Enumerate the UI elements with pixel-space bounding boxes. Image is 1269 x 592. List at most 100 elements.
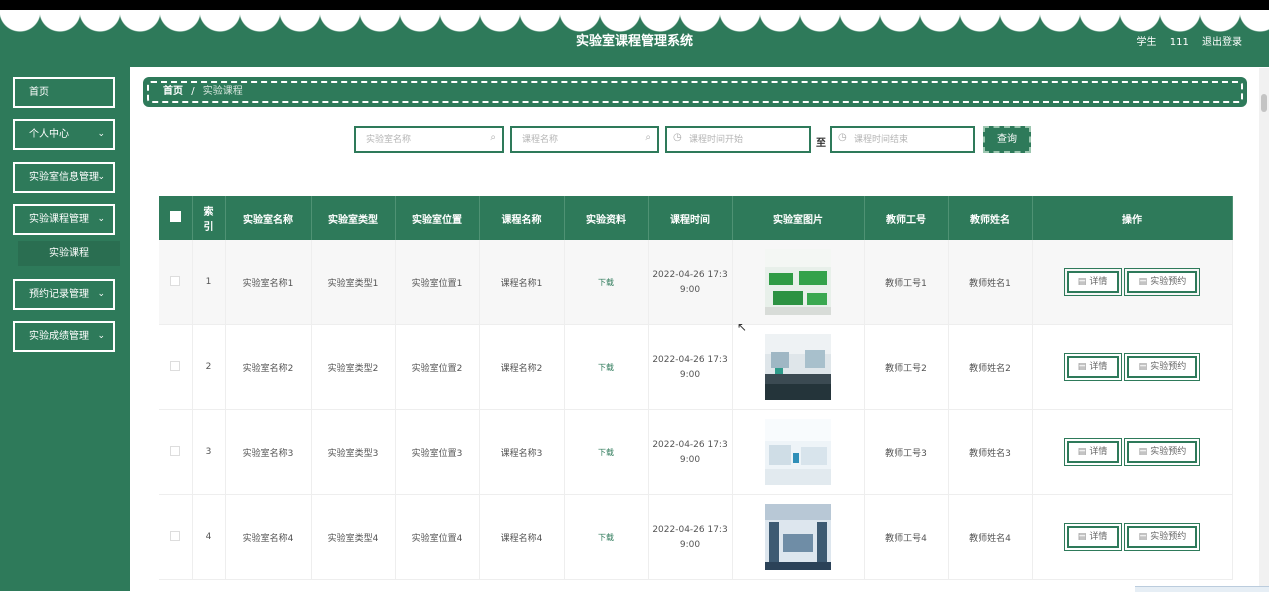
detail-button[interactable]: ▤ 详情 (1063, 268, 1122, 296)
course-name-input[interactable] (512, 128, 657, 151)
app-title: 实验室课程管理系统 (575, 34, 693, 49)
user-name: 111 (1169, 37, 1189, 48)
lab-image-thumbnail[interactable] (765, 249, 831, 315)
cell-teacher-id: 教师工号1 (864, 240, 949, 325)
select-all-checkbox[interactable] (169, 211, 181, 222)
detail-button-label: 详情 (1089, 277, 1108, 287)
course-table: 索引 实验室名称 实验室类型 实验室位置 课程名称 实验资料 课程时间 实验室图… (159, 196, 1233, 580)
row-checkbox[interactable] (170, 275, 181, 286)
sidebar-subitem-lab-course[interactable]: 实验课程 (18, 241, 120, 266)
header-material: 实验资料 (564, 196, 649, 240)
header-lab-name: 实验室名称 (225, 196, 312, 240)
book-lab-button[interactable]: ▤ 实验预约 (1124, 353, 1201, 381)
cell-actions: ▤ 详情 ▤ 实验预约 (1032, 324, 1233, 410)
sidebar-item-home[interactable]: 首页 (13, 77, 115, 108)
table-row: 3 实验室名称3 实验室类型3 实验室位置3 课程名称3 下载 2022-04-… (159, 409, 1233, 495)
cell-course-name: 课程名称2 (479, 324, 565, 410)
header-lab-location: 实验室位置 (395, 196, 480, 240)
sidebar-item-label: 预约记录管理 (29, 289, 89, 300)
sidebar-item-label: 实验成绩管理 (29, 331, 89, 342)
document-icon: ▤ (1138, 532, 1148, 542)
cell-lab-location: 实验室位置1 (395, 240, 480, 325)
header-course-time: 课程时间 (648, 196, 733, 240)
cell-course-name: 课程名称4 (479, 494, 565, 580)
download-link[interactable]: 下载 (598, 533, 614, 542)
download-link[interactable]: 下载 (598, 278, 614, 287)
header-lab-type: 实验室类型 (311, 196, 396, 240)
download-link[interactable]: 下载 (598, 448, 614, 457)
course-time-line2: 9:00 (679, 369, 701, 380)
breadcrumb-home[interactable]: 首页 (163, 86, 183, 97)
sidebar-item-personal-center[interactable]: 个人中心 ⌄ (13, 119, 115, 150)
header-course-name: 课程名称 (479, 196, 565, 240)
sidebar-item-course-mgmt[interactable]: 实验课程管理 ⌄ (13, 204, 115, 235)
document-icon: ▤ (1077, 447, 1087, 457)
download-link[interactable]: 下载 (598, 363, 614, 372)
cell-course-time: 2022-04-26 17:3 9:00 (648, 240, 733, 325)
course-time-line2: 9:00 (679, 454, 701, 465)
time-end-input[interactable] (832, 128, 973, 151)
corner-widget-fragment (1135, 586, 1269, 592)
scrollbar-thumb[interactable] (1261, 94, 1267, 112)
course-time-line1: 2022-04-26 17:3 (652, 524, 728, 535)
time-start-field: ◷ (665, 126, 811, 153)
document-icon: ▤ (1077, 532, 1087, 542)
cell-actions: ▤ 详情 ▤ 实验预约 (1032, 494, 1233, 580)
course-name-field: ⌕ (510, 126, 659, 153)
cell-actions: ▤ 详情 ▤ 实验预约 (1032, 240, 1233, 325)
chevron-down-icon: ⌄ (97, 129, 105, 139)
cell-lab-name: 实验室名称4 (225, 494, 312, 580)
sidebar-item-lab-info[interactable]: 实验室信息管理 ⌄ (13, 162, 115, 193)
cell-lab-name: 实验室名称1 (225, 240, 312, 325)
header-actions: 操作 (1032, 196, 1233, 240)
time-start-input[interactable] (667, 128, 809, 151)
detail-button[interactable]: ▤ 详情 (1063, 438, 1122, 466)
sidebar-item-label: 实验室信息管理 (29, 172, 99, 183)
row-checkbox-cell (159, 494, 193, 580)
cell-teacher-name: 教师姓名4 (948, 494, 1033, 580)
search-icon: ⌕ (490, 132, 496, 143)
cell-material: 下载 (564, 240, 649, 325)
book-lab-button-label: 实验预约 (1150, 277, 1187, 287)
cell-index: 1 (192, 240, 226, 325)
chevron-down-icon: ⌄ (97, 289, 105, 299)
detail-button[interactable]: ▤ 详情 (1063, 523, 1122, 551)
cell-lab-image (732, 324, 865, 410)
cell-material: 下载 (564, 324, 649, 410)
header-index: 索引 (192, 196, 226, 240)
detail-button[interactable]: ▤ 详情 (1063, 353, 1122, 381)
vertical-scrollbar[interactable] (1259, 68, 1269, 591)
book-lab-button[interactable]: ▤ 实验预约 (1124, 438, 1201, 466)
cell-lab-type: 实验室类型1 (311, 240, 396, 325)
header-lab-image: 实验室图片 (732, 196, 865, 240)
logout-link[interactable]: 退出登录 (1202, 37, 1242, 48)
cell-lab-location: 实验室位置2 (395, 324, 480, 410)
lab-image-thumbnail[interactable] (765, 504, 831, 570)
cell-lab-location: 实验室位置3 (395, 409, 480, 495)
cell-lab-name: 实验室名称2 (225, 324, 312, 410)
lab-image-thumbnail[interactable] (765, 419, 831, 485)
lab-name-field: ⌕ (354, 126, 504, 153)
breadcrumb-inner: 首页 / 实验课程 (147, 81, 1243, 103)
query-button[interactable]: 查询 (983, 126, 1031, 153)
book-lab-button-label: 实验预约 (1150, 447, 1187, 457)
book-lab-button[interactable]: ▤ 实验预约 (1124, 268, 1201, 296)
user-role: 学生 (1136, 37, 1157, 48)
row-checkbox[interactable] (170, 445, 181, 456)
cell-lab-type: 实验室类型2 (311, 324, 396, 410)
course-time-line1: 2022-04-26 17:3 (652, 354, 728, 365)
lab-image-thumbnail[interactable] (765, 334, 831, 400)
cell-course-name: 课程名称3 (479, 409, 565, 495)
cell-material: 下载 (564, 494, 649, 580)
cell-teacher-name: 教师姓名1 (948, 240, 1033, 325)
book-lab-button[interactable]: ▤ 实验预约 (1124, 523, 1201, 551)
breadcrumb: 首页 / 实验课程 (143, 77, 1247, 107)
sidebar-item-booking-records[interactable]: 预约记录管理 ⌄ (13, 279, 115, 310)
sidebar-item-grades[interactable]: 实验成绩管理 ⌄ (13, 321, 115, 352)
lab-name-input[interactable] (356, 128, 502, 151)
book-lab-button-label: 实验预约 (1150, 532, 1187, 542)
row-checkbox[interactable] (170, 530, 181, 541)
cell-teacher-id: 教师工号3 (864, 409, 949, 495)
row-checkbox[interactable] (170, 360, 181, 371)
cell-lab-type: 实验室类型4 (311, 494, 396, 580)
